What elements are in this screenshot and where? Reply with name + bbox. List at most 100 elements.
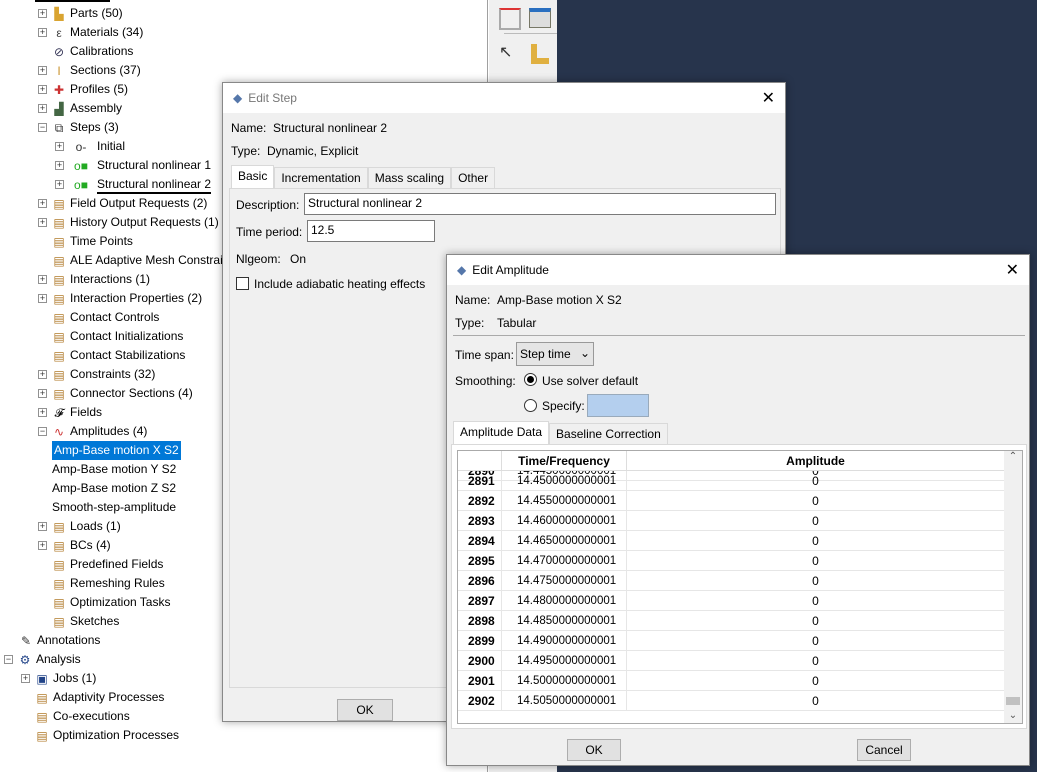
time-cell[interactable]: 14.4900000000001 — [502, 631, 627, 650]
tree-item[interactable]: + o- Initial — [55, 137, 125, 156]
tree-item[interactable]: ⊘ Calibrations — [38, 42, 133, 61]
amplitude-cell[interactable]: 0 — [627, 571, 1004, 590]
expand-icon[interactable]: + — [38, 199, 47, 208]
amplitude-cell[interactable]: 0 — [627, 471, 1004, 490]
tree-item[interactable]: ✎ Annotations — [18, 631, 100, 650]
tree-item[interactable]: ▤ Contact Initializations — [38, 327, 183, 346]
amplitude-cell[interactable]: 0 — [627, 551, 1004, 570]
tree-item[interactable]: + ▤ BCs (4) — [38, 536, 111, 555]
tree-item[interactable]: ▤ Adaptivity Processes — [21, 688, 164, 707]
collapse-icon[interactable]: − — [38, 427, 47, 436]
amplitude-cell[interactable]: 0 — [627, 511, 1004, 530]
table-row[interactable]: 2895 14.4700000000001 0 — [458, 551, 1004, 571]
table-row[interactable]: 2901 14.5000000000001 0 — [458, 671, 1004, 691]
column-header-time[interactable]: Time/Frequency — [502, 451, 627, 470]
tree-item[interactable]: ▤ Sketches — [38, 612, 119, 631]
amplitude-cell[interactable]: 0 — [627, 671, 1004, 690]
table-row[interactable]: 2899 14.4900000000001 0 — [458, 631, 1004, 651]
time-cell[interactable]: 14.4800000000001 — [502, 591, 627, 610]
expand-icon[interactable]: + — [38, 294, 47, 303]
tree-item[interactable]: ▤ Optimization Tasks — [38, 593, 170, 612]
tree-item[interactable]: Amp-Base motion Z S2 — [52, 479, 176, 498]
tree-item[interactable]: + ▤ Interactions (1) — [38, 270, 150, 289]
amplitude-cell[interactable]: 0 — [627, 491, 1004, 510]
time-cell[interactable]: 14.4600000000001 — [502, 511, 627, 530]
amplitude-cell[interactable]: 0 — [627, 691, 1004, 710]
tree-item[interactable]: + ▤ History Output Requests (1) — [38, 213, 219, 232]
time-cell[interactable]: 14.4550000000001 — [502, 491, 627, 510]
table-row[interactable]: 2898 14.4850000000001 0 — [458, 611, 1004, 631]
time-cell[interactable]: 14.4950000000001 — [502, 651, 627, 670]
expand-icon[interactable]: + — [55, 180, 64, 189]
tab-incrementation[interactable]: Incrementation — [274, 167, 368, 188]
tree-item[interactable]: Amp-Base motion X S2 — [52, 441, 181, 460]
use-default-radio[interactable] — [524, 373, 537, 386]
specify-input[interactable] — [587, 394, 649, 417]
tree-item[interactable]: + I Sections (37) — [38, 61, 141, 80]
tree-item[interactable]: + ▤ Loads (1) — [38, 517, 121, 536]
amplitude-cell[interactable]: 0 — [627, 631, 1004, 650]
close-icon[interactable]: ✕ — [762, 88, 775, 108]
tree-item[interactable]: ▤ Time Points — [38, 232, 133, 251]
time-cell[interactable]: 14.5050000000001 — [502, 691, 627, 710]
tab-mass-scaling[interactable]: Mass scaling — [367, 167, 452, 188]
tab-basic[interactable]: Basic — [231, 165, 275, 188]
tree-item[interactable]: − ⚙ Analysis — [4, 650, 81, 669]
table-row[interactable]: 2900 14.4950000000001 0 — [458, 651, 1004, 671]
column-header-amplitude[interactable]: Amplitude — [627, 451, 1004, 470]
amplitude-table[interactable]: Time/Frequency Amplitude 2890 14.44500000… — [457, 450, 1023, 724]
expand-icon[interactable]: + — [38, 104, 47, 113]
collapse-icon[interactable]: − — [38, 123, 47, 132]
description-input[interactable]: Structural nonlinear 2 — [304, 193, 776, 215]
tree-item[interactable]: ▤ Remeshing Rules — [38, 574, 164, 593]
table-row[interactable]: 2902 14.5050000000001 0 — [458, 691, 1004, 711]
time-span-select[interactable]: Step time ⌄ — [516, 342, 594, 366]
time-cell[interactable]: 14.4650000000001 — [502, 531, 627, 550]
collapse-icon[interactable]: − — [4, 655, 13, 664]
scroll-down-icon[interactable]: ⌄ — [1004, 710, 1022, 721]
table-row[interactable]: 2891 14.4500000000001 0 — [458, 471, 1004, 491]
part-icon[interactable] — [531, 44, 549, 64]
expand-icon[interactable]: + — [21, 674, 30, 683]
expand-icon[interactable]: + — [38, 522, 47, 531]
tree-item[interactable]: + ▣ Jobs (1) — [21, 669, 96, 688]
expand-icon[interactable]: + — [38, 370, 47, 379]
expand-icon[interactable]: + — [38, 218, 47, 227]
specify-radio[interactable] — [524, 399, 537, 412]
scrollbar-thumb[interactable] — [1006, 697, 1020, 705]
tree-item[interactable]: − ∿ Amplitudes (4) — [38, 422, 147, 441]
table-row[interactable]: 2893 14.4600000000001 0 — [458, 511, 1004, 531]
scroll-up-icon[interactable]: ⌃ — [1004, 451, 1022, 462]
tree-item[interactable]: + ✚ Profiles (5) — [38, 80, 128, 99]
expand-icon[interactable]: + — [38, 408, 47, 417]
expand-icon[interactable]: + — [38, 66, 47, 75]
tree-item[interactable]: + ▙ Parts (50) — [38, 4, 123, 23]
tree-item[interactable]: − ⧉ Steps (3) — [38, 118, 119, 137]
time-period-input[interactable]: 12.5 — [307, 220, 435, 242]
tree-item[interactable]: + o■ Structural nonlinear 2 — [55, 175, 212, 194]
time-cell[interactable]: 14.4850000000001 — [502, 611, 627, 630]
expand-icon[interactable]: + — [38, 9, 47, 18]
time-cell[interactable]: 14.4500000000001 — [502, 471, 627, 490]
cancel-button[interactable]: Cancel — [857, 739, 911, 761]
tree-item[interactable]: ▤ Optimization Processes — [21, 726, 179, 745]
time-cell[interactable]: 14.4700000000001 — [502, 551, 627, 570]
expand-icon[interactable]: + — [55, 161, 64, 170]
vertical-scrollbar[interactable]: ⌃ ⌄ — [1004, 451, 1022, 723]
amplitude-cell[interactable]: 0 — [627, 611, 1004, 630]
table-icon[interactable] — [529, 8, 551, 28]
select-cursor-icon[interactable]: ↖ — [499, 42, 512, 62]
tab-baseline-correction[interactable]: Baseline Correction — [549, 423, 668, 444]
table-row[interactable]: 2894 14.4650000000001 0 — [458, 531, 1004, 551]
ok-button[interactable]: OK — [337, 699, 393, 721]
tree-item[interactable]: ▤ Co-executions — [21, 707, 129, 726]
tree-item[interactable]: + ε Materials (34) — [38, 23, 143, 42]
expand-icon[interactable]: + — [38, 389, 47, 398]
tab-amplitude-data[interactable]: Amplitude Data — [453, 421, 550, 444]
expand-icon[interactable]: + — [38, 85, 47, 94]
adiabatic-checkbox[interactable] — [236, 277, 249, 290]
tree-item[interactable]: ▤ Predefined Fields — [38, 555, 163, 574]
tree-item[interactable]: + ▤ Connector Sections (4) — [38, 384, 193, 403]
expand-icon[interactable]: + — [38, 275, 47, 284]
amplitude-cell[interactable]: 0 — [627, 531, 1004, 550]
